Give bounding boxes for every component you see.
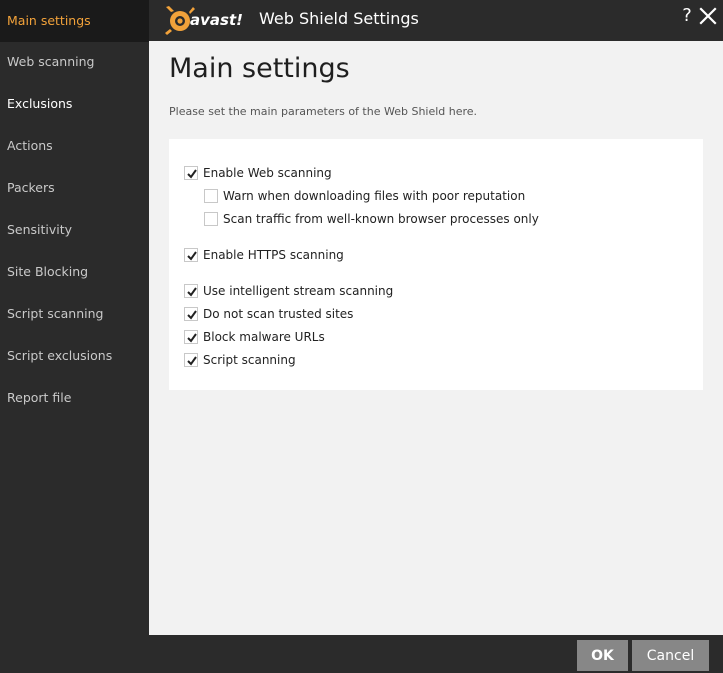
sidebar-item-exclusions[interactable]: Exclusions: [0, 83, 149, 125]
sidebar-item-packers[interactable]: Packers: [0, 167, 149, 209]
page-title: Main settings: [169, 53, 350, 84]
close-icon[interactable]: [698, 6, 718, 26]
script-scanning-checkbox[interactable]: Script scanning: [184, 351, 296, 369]
block-malware-urls-checkbox[interactable]: Block malware URLs: [184, 328, 325, 346]
enable-web-scanning-checkbox[interactable]: Enable Web scanning: [184, 164, 332, 182]
sidebar-item-web-scanning[interactable]: Web scanning: [0, 41, 149, 83]
options-panel: Enable Web scanning Warn when downloadin…: [169, 139, 703, 390]
checkbox-box[interactable]: [184, 330, 198, 344]
checkmark-icon: [187, 251, 197, 261]
svg-text:avast!: avast!: [190, 11, 243, 29]
avast-logo: avast!: [165, 6, 243, 35]
scan-browser-processes-checkbox[interactable]: Scan traffic from well-known browser pro…: [204, 210, 539, 228]
checkmark-icon: [187, 333, 197, 343]
checkbox-box[interactable]: [184, 353, 198, 367]
checkmark-icon: [187, 356, 197, 366]
title-bar: avast! Web Shield Settings ?: [149, 0, 723, 41]
checkbox-box[interactable]: [184, 248, 198, 262]
warn-poor-reputation-checkbox[interactable]: Warn when downloading files with poor re…: [204, 187, 525, 205]
sidebar-item-script-exclusions[interactable]: Script exclusions: [0, 335, 149, 377]
checkbox-box[interactable]: [184, 307, 198, 321]
sidebar-item-report-file[interactable]: Report file: [0, 377, 149, 419]
cancel-button[interactable]: Cancel: [632, 640, 709, 671]
checkbox-label: Use intelligent stream scanning: [203, 284, 394, 298]
checkbox-label: Warn when downloading files with poor re…: [223, 189, 526, 203]
sidebar: Main settings Web scanning Exclusions Ac…: [0, 0, 149, 673]
sidebar-item-sensitivity[interactable]: Sensitivity: [0, 209, 149, 251]
page-description: Please set the main parameters of the We…: [169, 105, 478, 118]
checkbox-box[interactable]: [184, 166, 198, 180]
checkbox-label: Do not scan trusted sites: [203, 307, 354, 321]
sidebar-item-script-scanning[interactable]: Script scanning: [0, 293, 149, 335]
checkbox-box[interactable]: [184, 284, 198, 298]
enable-https-scanning-checkbox[interactable]: Enable HTTPS scanning: [184, 246, 344, 264]
sidebar-item-site-blocking[interactable]: Site Blocking: [0, 251, 149, 293]
checkbox-label: Block malware URLs: [203, 330, 325, 344]
checkbox-box[interactable]: [204, 212, 218, 226]
window-title: Web Shield Settings: [259, 9, 419, 28]
sidebar-item-actions[interactable]: Actions: [0, 125, 149, 167]
checkbox-label: Scan traffic from well-known browser pro…: [223, 212, 539, 226]
checkmark-icon: [187, 310, 197, 320]
checkbox-label: Enable HTTPS scanning: [203, 248, 344, 262]
intelligent-stream-scanning-checkbox[interactable]: Use intelligent stream scanning: [184, 282, 393, 300]
skip-trusted-sites-checkbox[interactable]: Do not scan trusted sites: [184, 305, 353, 323]
ok-button[interactable]: OK: [577, 640, 628, 671]
checkbox-label: Enable Web scanning: [203, 166, 332, 180]
sidebar-item-main-settings[interactable]: Main settings: [0, 0, 149, 42]
checkbox-box[interactable]: [204, 189, 218, 203]
help-icon[interactable]: ?: [679, 5, 695, 27]
footer-bar: OK Cancel: [149, 635, 723, 673]
checkmark-icon: [187, 169, 197, 179]
main-content: Main settings Please set the main parame…: [149, 41, 723, 635]
checkbox-label: Script scanning: [203, 353, 296, 367]
checkmark-icon: [187, 287, 197, 297]
